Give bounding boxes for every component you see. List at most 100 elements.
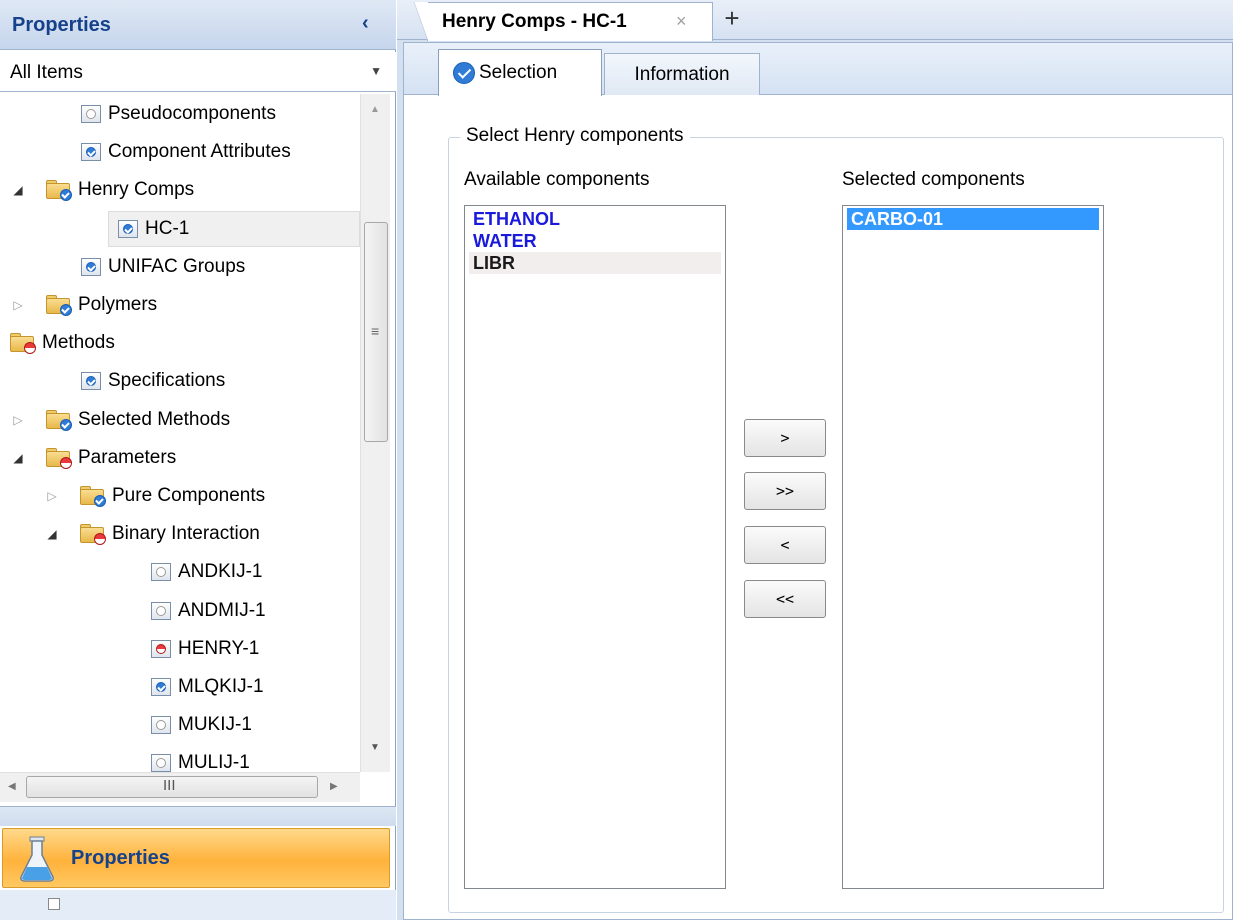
scroll-grip-icon: ≡ <box>371 323 380 339</box>
tree-item-component-attributes[interactable]: Component Attributes <box>72 134 291 170</box>
form-check-icon <box>78 256 104 278</box>
tree-item-pure-components[interactable]: ▷ Pure Components <box>47 478 266 514</box>
add-component-button[interactable]: > <box>744 419 826 457</box>
dropdown-arrow-icon[interactable]: ▼ <box>370 64 382 78</box>
scroll-grip-icon: III <box>163 777 176 794</box>
form-empty-icon <box>148 714 174 736</box>
tree-item-henry-1[interactable]: HENRY-1 <box>142 631 259 667</box>
form-check-icon <box>115 218 141 240</box>
items-filter-value: All Items <box>10 62 83 83</box>
remove-all-components-button[interactable]: << <box>744 580 826 618</box>
group-title: Select Henry components <box>460 125 690 147</box>
list-item[interactable]: ETHANOL <box>469 208 721 230</box>
tree-item-selected-methods[interactable]: ▷ Selected Methods <box>13 402 231 438</box>
folder-red-icon <box>78 523 108 546</box>
folder-red-icon <box>8 332 38 355</box>
tree-item-mlqkij-1[interactable]: MLQKIJ-1 <box>142 669 264 705</box>
properties-title: Properties <box>12 14 111 36</box>
tree-item-label: ANDMIJ-1 <box>178 599 266 621</box>
list-item[interactable]: WATER <box>469 230 721 252</box>
tree-vertical-scrollbar[interactable]: ▲ ≡ ▼ <box>360 94 390 772</box>
tree-item-label: Component Attributes <box>108 141 291 163</box>
tree-item-henry-comps[interactable]: ◢ Henry Comps <box>13 172 195 208</box>
document-area: Henry Comps - HC-1 × + Selection Informa… <box>397 0 1233 920</box>
tree-item-label: Selected Methods <box>78 408 231 430</box>
footer-checkbox-icon[interactable] <box>48 898 60 910</box>
collapse-arrow-icon[interactable]: ◢ <box>10 183 26 197</box>
remove-component-button[interactable]: < <box>744 526 826 564</box>
selected-components-list[interactable]: CARBO-01 <box>842 205 1104 889</box>
available-components-list[interactable]: ETHANOL WATER LIBR <box>464 205 726 889</box>
document-tab-henry-comps[interactable]: Henry Comps - HC-1 × <box>414 2 713 41</box>
tree-item-hc-1[interactable]: HC-1 <box>108 210 360 247</box>
list-item[interactable]: CARBO-01 <box>847 208 1099 230</box>
tree-item-parameters[interactable]: ◢ Parameters <box>13 440 176 476</box>
collapse-arrow-icon[interactable]: ◢ <box>10 451 26 465</box>
available-components-label: Available components <box>464 169 650 190</box>
close-tab-icon[interactable]: × <box>676 11 687 32</box>
folder-red-icon <box>44 447 74 469</box>
tree-item-label: Henry Comps <box>78 179 195 201</box>
tree-item-label: HENRY-1 <box>178 637 260 659</box>
add-all-components-button[interactable]: >> <box>744 472 826 510</box>
check-circle-icon <box>453 62 475 84</box>
scroll-left-icon[interactable]: ◀ <box>8 781 16 792</box>
expand-arrow-icon[interactable]: ▷ <box>44 489 60 503</box>
tree-item-label: Polymers <box>78 294 158 315</box>
folder-check-icon <box>44 409 74 431</box>
tab-information-label: Information <box>634 63 730 85</box>
tree-item-label: MLQKIJ-1 <box>178 676 264 697</box>
tab-information[interactable]: Information <box>604 53 760 95</box>
form-empty-icon <box>78 103 104 125</box>
tree-item-pseudocomponents[interactable]: Pseudocomponents <box>72 96 276 132</box>
collapse-arrow-icon[interactable]: ◢ <box>44 527 60 541</box>
tree-item-label: ANDKIJ-1 <box>178 561 263 583</box>
form-red-icon <box>148 638 174 660</box>
new-tab-icon[interactable]: + <box>719 2 745 36</box>
tree-item-unifac-groups[interactable]: UNIFAC Groups <box>72 249 245 285</box>
scroll-up-icon[interactable]: ▲ <box>370 104 380 115</box>
tree-item-specifications[interactable]: Specifications <box>72 363 225 399</box>
tree-item-label: Pseudocomponents <box>108 103 276 124</box>
items-filter-dropdown[interactable]: All Items ▼ <box>0 52 396 92</box>
folder-check-icon <box>44 294 74 316</box>
properties-panel: Properties ‹ All Items ▼ Pseudocomponent… <box>0 0 396 920</box>
list-item[interactable]: LIBR <box>469 252 721 274</box>
tree-item-label: HC-1 <box>145 217 190 239</box>
form-check-icon <box>78 370 104 392</box>
form-empty-icon <box>148 600 174 622</box>
navigation-splitter[interactable] <box>0 806 396 826</box>
tree-item-andmij-1[interactable]: ANDMIJ-1 <box>142 593 266 629</box>
scroll-down-icon[interactable]: ▼ <box>370 742 380 753</box>
properties-header: Properties ‹ <box>0 0 396 50</box>
selected-components-label: Selected components <box>842 169 1025 190</box>
tree-item-label: MUKIJ-1 <box>178 714 252 736</box>
tree-horizontal-scrollbar[interactable]: ◀ III ▶ <box>0 772 360 802</box>
tree-item-methods[interactable]: ◢Methods <box>2 325 115 361</box>
document-tab-title: Henry Comps - HC-1 <box>442 11 627 32</box>
tree-item-andkij-1[interactable]: ANDKIJ-1 <box>142 554 262 590</box>
collapse-panel-icon[interactable]: ‹ <box>362 12 369 35</box>
navigation-tree: Pseudocomponents Component Attributes ◢ Hen… <box>0 94 360 772</box>
tree-item-label: MULIJ-1 <box>178 752 250 772</box>
scroll-right-icon[interactable]: ▶ <box>330 781 338 792</box>
tree-item-binary-interaction[interactable]: ◢ Binary Interaction <box>47 516 260 552</box>
horizontal-scroll-thumb[interactable]: III <box>26 776 318 798</box>
form-empty-icon <box>148 561 174 583</box>
properties-nav-button[interactable]: Properties <box>2 828 390 888</box>
tree-item-polymers[interactable]: ▷ Polymers <box>13 287 158 323</box>
expand-arrow-icon[interactable]: ▷ <box>10 298 26 312</box>
tree-item-label: Pure Components <box>112 485 266 506</box>
navigation-footer <box>0 890 396 920</box>
tree-item-mulij-1[interactable]: MULIJ-1 <box>142 745 250 772</box>
folder-check-icon <box>78 485 108 507</box>
tree-item-mukij-1[interactable]: MUKIJ-1 <box>142 707 252 743</box>
tree-item-label: Binary Interaction <box>112 523 260 545</box>
properties-nav-label: Properties <box>71 847 170 869</box>
vertical-scroll-thumb[interactable]: ≡ <box>364 222 388 442</box>
tab-selection[interactable]: Selection <box>438 49 602 96</box>
expand-arrow-icon[interactable]: ▷ <box>10 413 26 427</box>
tree-item-label: UNIFAC Groups <box>108 255 246 277</box>
folder-check-icon <box>44 179 74 202</box>
form-empty-icon <box>148 752 174 772</box>
